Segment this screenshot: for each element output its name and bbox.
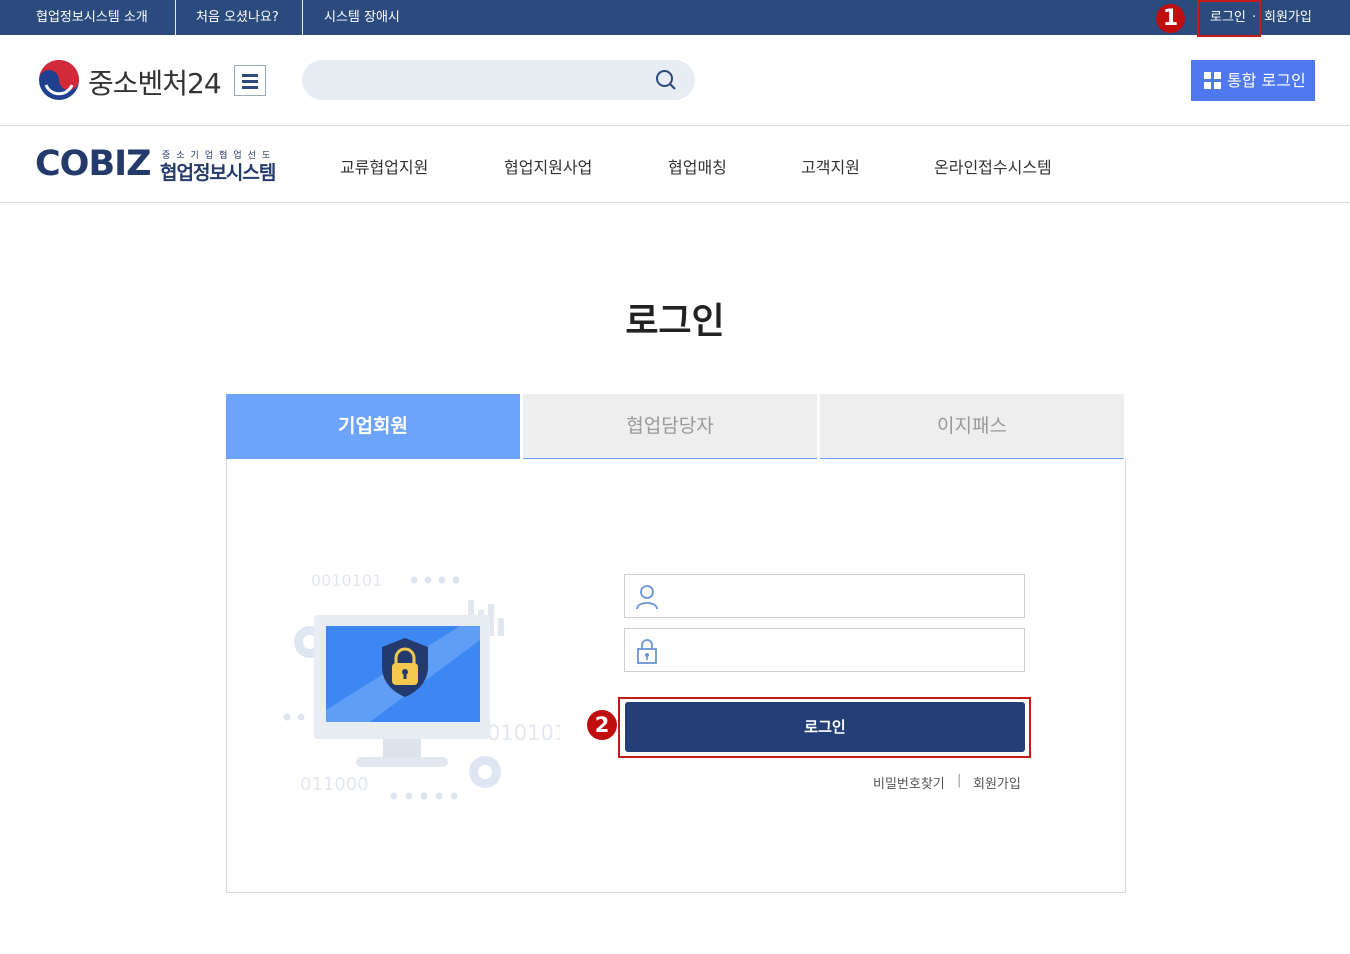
gnb-customer-support[interactable]: 고객지원	[801, 154, 860, 178]
dot-separator: ·	[1252, 10, 1257, 25]
security-monitor-illustration: 0010101 010101 011000	[283, 571, 560, 800]
binary-text: 011000	[300, 774, 369, 795]
top-utility-bar: 협업정보시스템 소개 처음 오셨나요? 시스템 장애시 1 로그인 · 회원가입	[0, 0, 1350, 37]
hamburger-menu-button[interactable]	[234, 65, 266, 96]
grid-icon	[1204, 72, 1221, 89]
tab-corporate-member[interactable]: 기업회원	[226, 394, 520, 459]
search-icon[interactable]	[655, 69, 677, 91]
password-input[interactable]	[669, 635, 1014, 665]
user-icon	[636, 585, 658, 610]
cobiz-subtitle: 협업정보시스템	[160, 162, 276, 184]
gnb-collab-program[interactable]: 협업지원사업	[504, 154, 592, 178]
tab-collab-manager[interactable]: 협업담당자	[523, 394, 817, 459]
user-id-field[interactable]	[624, 574, 1025, 618]
step-marker-1: 1	[1156, 4, 1185, 33]
integrated-login-label: 통합 로그인	[1227, 71, 1306, 90]
link-divider: |	[957, 773, 962, 788]
user-id-input[interactable]	[669, 581, 1014, 611]
integrated-login-button[interactable]: 통합 로그인	[1191, 60, 1315, 101]
lock-icon	[637, 639, 657, 664]
divider	[302, 0, 303, 35]
binary-text: 010101	[487, 721, 560, 745]
main-header: 중소벤처24 통합 로그인	[0, 35, 1350, 126]
link-system-failure[interactable]: 시스템 장애시	[324, 0, 400, 35]
binary-text: 0010101	[311, 571, 382, 590]
login-button[interactable]: 로그인	[625, 702, 1025, 752]
gnb-online-application[interactable]: 온라인접수시스템	[934, 154, 1052, 178]
link-system-intro[interactable]: 협업정보시스템 소개	[36, 0, 148, 35]
page-title: 로그인	[625, 301, 725, 342]
divider	[175, 0, 176, 35]
find-password-link[interactable]: 비밀번호찾기	[873, 773, 945, 792]
gnb-collab-matching[interactable]: 협업매칭	[668, 154, 727, 178]
site-nav-header: COBIZ 중소기업협업선도 협업정보시스템 교류협업지원 협업지원사업 협업매…	[0, 126, 1350, 203]
link-first-visit[interactable]: 처음 오셨나요?	[196, 0, 279, 35]
signup-link[interactable]: 회원가입	[973, 773, 1021, 792]
search-bar[interactable]	[302, 60, 695, 100]
cobiz-wordmark: COBIZ	[35, 144, 152, 184]
gnb-exchange-support[interactable]: 교류협업지원	[340, 154, 428, 178]
password-field[interactable]	[624, 628, 1025, 672]
top-login-link[interactable]: 로그인	[1210, 0, 1246, 35]
brand-name: 중소벤처24	[88, 67, 222, 100]
tab-easypass[interactable]: 이지패스	[820, 394, 1124, 459]
taegeuk-emblem-icon	[39, 60, 79, 100]
top-signup-link[interactable]: 회원가입	[1264, 0, 1312, 35]
step-marker-2: 2	[587, 710, 617, 740]
